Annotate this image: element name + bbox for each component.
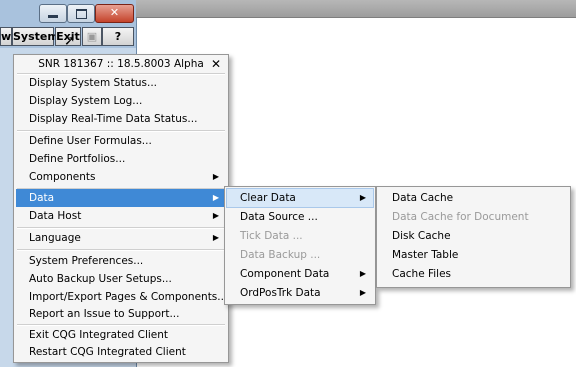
menu-item-exit-client[interactable]: Exit CQG Integrated Client bbox=[16, 326, 226, 344]
submenu-arrow-icon: ▶ bbox=[212, 172, 219, 181]
menu-item-system-preferences[interactable]: System Preferences... bbox=[16, 252, 226, 270]
minimize-icon bbox=[48, 15, 58, 18]
menu-item-data-source[interactable]: Data Source ... bbox=[227, 208, 373, 226]
menu-item-data-cache[interactable]: Data Cache bbox=[379, 189, 568, 207]
close-menu-icon[interactable]: ✕ bbox=[211, 56, 221, 72]
menu-item-auto-backup[interactable]: Auto Backup User Setups... bbox=[16, 270, 226, 288]
menu-item-report-issue[interactable]: Report an Issue to Support... bbox=[16, 305, 226, 323]
background-titlebar bbox=[136, 0, 576, 18]
menu-header: SNR 181367 :: 18.5.8003 Alpha ✕ bbox=[15, 56, 227, 72]
menu-item-display-system-status[interactable]: Display System Status... bbox=[16, 74, 226, 92]
submenu-arrow-icon: ▶ bbox=[359, 269, 366, 278]
menu-item-data-cache-for-document: Data Cache for Document bbox=[392, 211, 529, 223]
menu-separator bbox=[17, 249, 225, 251]
minimize-button[interactable] bbox=[39, 4, 67, 23]
menu-item-data[interactable]: Data ▶ bbox=[16, 189, 226, 207]
menu-item-component-data[interactable]: Component Data ▶ bbox=[227, 265, 373, 283]
system-menu: SNR 181367 :: 18.5.8003 Alpha ✕ Display … bbox=[13, 54, 229, 363]
maximize-button[interactable] bbox=[67, 4, 95, 23]
menu-item-disk-cache[interactable]: Disk Cache bbox=[379, 227, 568, 245]
menu-item-clear-data[interactable]: Clear Data ▶ bbox=[226, 188, 374, 208]
menu-item-display-system-log[interactable]: Display System Log... bbox=[16, 92, 226, 110]
disabled-tool-button: ▣ bbox=[82, 27, 102, 46]
submenu-arrow-icon: ▶ bbox=[212, 211, 219, 220]
system-button[interactable]: System bbox=[12, 27, 59, 46]
data-submenu: Clear Data ▶ Data Source ... Tick Data ..… bbox=[224, 186, 376, 305]
submenu-arrow-icon: ▶ bbox=[212, 233, 219, 242]
submenu-arrow-icon: ▶ bbox=[212, 193, 219, 202]
menu-item-ordpostrk-data[interactable]: OrdPosTrk Data ▶ bbox=[227, 284, 373, 302]
close-window-button[interactable]: ✕ bbox=[95, 4, 134, 23]
menu-item-define-portfolios[interactable]: Define Portfolios... bbox=[16, 150, 226, 168]
menu-item-master-table[interactable]: Master Table bbox=[379, 246, 568, 264]
close-icon: ✕ bbox=[109, 6, 120, 19]
clear-data-submenu: Data Cache Data Cache for Document Disk … bbox=[376, 186, 571, 288]
submenu-arrow-icon: ▶ bbox=[359, 288, 366, 297]
menu-item-language[interactable]: Language ▶ bbox=[16, 229, 226, 247]
menu-item-import-export[interactable]: Import/Export Pages & Components... bbox=[16, 288, 227, 306]
mouse-cursor-icon: ➚ bbox=[64, 33, 76, 49]
menu-header-title: SNR 181367 :: 18.5.8003 Alpha bbox=[38, 58, 204, 70]
menu-item-display-realtime-data-status[interactable]: Display Real-Time Data Status... bbox=[16, 110, 226, 128]
menu-item-restart-client[interactable]: Restart CQG Integrated Client bbox=[16, 343, 226, 361]
menu-item-data-host[interactable]: Data Host ▶ bbox=[16, 207, 226, 225]
menu-item-components[interactable]: Components ▶ bbox=[16, 168, 226, 186]
menu-item-cache-files[interactable]: Cache Files bbox=[379, 265, 568, 283]
submenu-arrow-icon: ▶ bbox=[359, 193, 366, 202]
toolbar-w-button[interactable]: w bbox=[0, 27, 12, 46]
maximize-icon bbox=[76, 9, 87, 19]
menu-item-define-user-formulas[interactable]: Define User Formulas... bbox=[16, 132, 226, 150]
help-button[interactable]: ? bbox=[102, 27, 134, 46]
menu-item-data-backup: Data Backup ... bbox=[240, 249, 321, 261]
menu-item-tick-data: Tick Data ... bbox=[240, 230, 303, 242]
